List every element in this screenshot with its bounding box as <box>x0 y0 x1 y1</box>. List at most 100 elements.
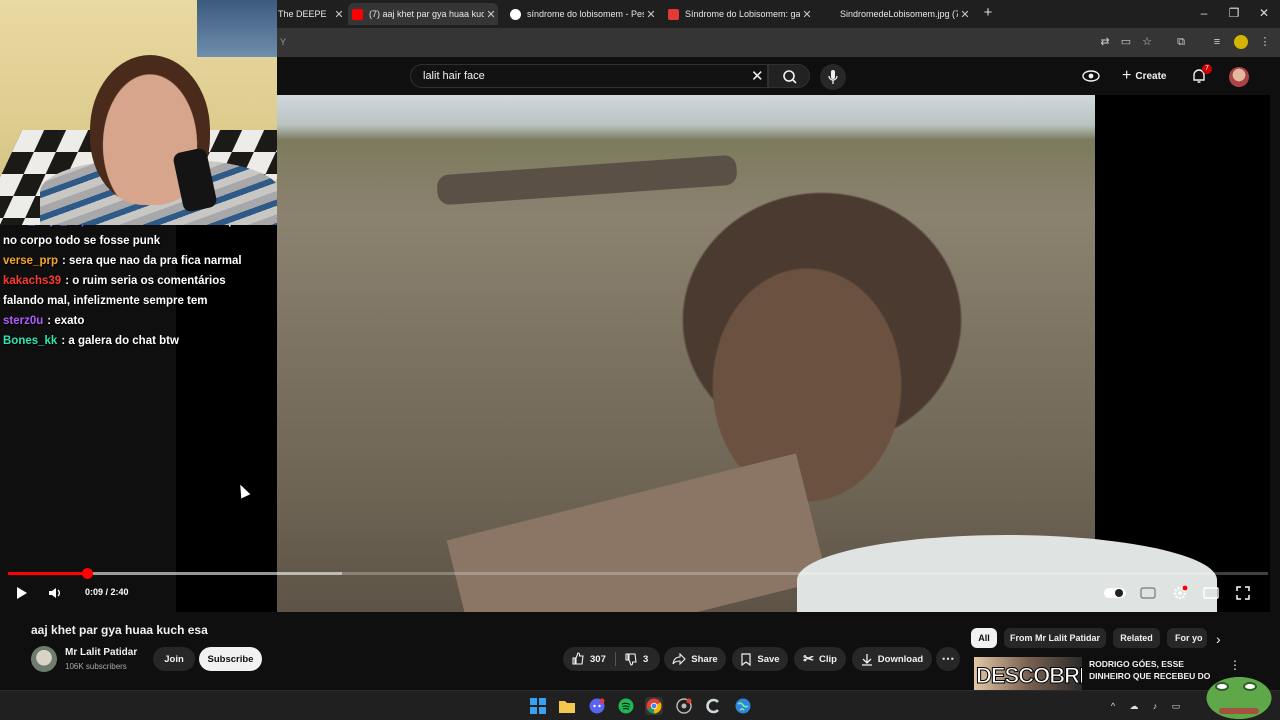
channel-avatar[interactable] <box>31 646 57 672</box>
like-count: 307 <box>590 653 606 665</box>
mute-button[interactable] <box>46 584 64 602</box>
video-player[interactable] <box>176 95 1270 612</box>
chat-text: a galera do chat btw <box>68 335 179 347</box>
close-tab-icon[interactable]: ✕ <box>484 8 498 21</box>
theater-mode-button[interactable] <box>1203 584 1219 602</box>
subscriber-count: 106K subscribers <box>65 662 127 671</box>
channel-name[interactable]: Mr Lalit Patidar <box>65 647 137 658</box>
browser-tab-active[interactable]: (7) aaj khet par gya huaa kuch e ✕ <box>348 3 498 25</box>
save-label: Save <box>757 653 780 665</box>
create-button[interactable]: + Create <box>1122 66 1166 86</box>
file-explorer-icon[interactable] <box>558 697 576 715</box>
close-tab-icon[interactable]: ✕ <box>958 8 972 21</box>
globe-app-icon[interactable] <box>734 697 752 715</box>
cast-icon[interactable]: ▭ <box>1119 35 1133 49</box>
download-button[interactable]: Download <box>852 647 932 671</box>
bookmark-star-icon[interactable]: ☆ <box>1140 35 1154 49</box>
scrubber-handle[interactable] <box>81 568 93 579</box>
display-tray-icon[interactable]: ▭ <box>1170 700 1182 712</box>
close-tab-icon[interactable]: ✕ <box>800 8 814 21</box>
chip-all[interactable]: All <box>971 628 997 648</box>
notifications-button[interactable]: 7 <box>1190 64 1212 87</box>
share-label: Share <box>691 653 718 665</box>
dislike-button[interactable]: 3 <box>624 647 648 671</box>
chat-username: kakachs39 <box>3 275 62 287</box>
close-tab-icon[interactable]: ✕ <box>332 8 346 21</box>
tab-title: síndrome do lobisomem - Pesq <box>527 9 644 19</box>
media-control-icon[interactable]: ≡ <box>1210 35 1224 49</box>
chevron-right-icon[interactable]: › <box>1216 631 1221 647</box>
total-time: 2:40 <box>110 587 129 597</box>
close-tab-icon[interactable]: ✕ <box>644 8 658 21</box>
webcam-inset-feed <box>197 0 277 57</box>
eye-icon[interactable] <box>1082 69 1100 83</box>
close-window-button[interactable]: ✕ <box>1254 6 1274 20</box>
pepe-frog-sticker <box>1199 668 1280 720</box>
chip-from-channel[interactable]: From Mr Lalit Patidar <box>1004 628 1106 648</box>
search-button[interactable] <box>768 64 810 88</box>
thumbnail-text: DESCOBRI <box>975 663 1082 689</box>
ccleaner-icon[interactable] <box>704 697 722 715</box>
search-icon <box>783 70 797 84</box>
captions-button[interactable] <box>1140 584 1156 602</box>
theater-icon <box>1203 587 1219 599</box>
tab-title: (7) aaj khet par gya huaa kuch e <box>369 9 484 19</box>
extensions-icon[interactable]: ⧉ <box>1174 35 1188 49</box>
clip-button[interactable]: ✂ Clip <box>794 647 846 671</box>
clear-search-icon[interactable]: ✕ <box>751 67 764 85</box>
share-button[interactable]: Share <box>664 647 726 671</box>
account-avatar[interactable] <box>1229 67 1249 87</box>
time-display: 0:09 / 2:40 <box>85 587 129 597</box>
chip-related[interactable]: Related <box>1113 628 1160 648</box>
discord-icon[interactable] <box>588 697 606 715</box>
screen: The DEEPE ✕ (7) aaj khet par gya huaa ku… <box>0 0 1280 720</box>
save-button[interactable]: Save <box>732 647 788 671</box>
browser-tab[interactable]: síndrome do lobisomem - Pesq ✕ <box>506 3 658 25</box>
address-text[interactable]: Y <box>280 37 286 47</box>
chat-text: exato <box>54 315 85 327</box>
plus-icon: + <box>1122 67 1132 84</box>
like-divider <box>615 652 616 666</box>
sticker-eye-right <box>1243 682 1257 691</box>
create-label: Create <box>1135 70 1167 82</box>
browser-tab[interactable]: Síndrome do Lobisomem: garo ✕ <box>664 3 814 25</box>
microphone-icon <box>828 70 838 84</box>
video-title: aaj khet par gya huaa kuch esa <box>31 623 208 637</box>
subscribe-button[interactable]: Subscribe <box>199 647 262 671</box>
chrome-icon[interactable] <box>645 697 663 715</box>
autoplay-toggle[interactable] <box>1104 584 1126 602</box>
thumbs-down-icon <box>625 653 637 666</box>
translate-icon[interactable]: ⇄ <box>1098 35 1112 49</box>
spotify-icon[interactable] <box>617 697 635 715</box>
play-icon <box>17 587 27 599</box>
new-tab-button[interactable]: + <box>978 4 998 21</box>
like-button[interactable]: 307 <box>571 647 606 671</box>
tab-title: Síndrome do Lobisomem: garo <box>685 9 800 19</box>
progress-bar[interactable] <box>8 568 1268 579</box>
site-favicon-icon <box>668 8 679 20</box>
dislike-count: 3 <box>643 653 649 665</box>
browser-menu-icon[interactable]: ⋮ <box>1258 35 1272 49</box>
onedrive-icon[interactable]: ☁ <box>1128 700 1140 712</box>
browser-tab[interactable]: The DEEPE ✕ <box>278 3 346 25</box>
obs-icon[interactable] <box>675 697 693 715</box>
chat-message: sterz0u: exato <box>3 311 260 331</box>
volume-icon <box>49 588 60 598</box>
more-actions-button[interactable]: ⋯ <box>936 647 960 671</box>
maximize-button[interactable]: ❐ <box>1224 6 1244 20</box>
profile-avatar-icon[interactable] <box>1234 35 1248 49</box>
browser-tab[interactable]: SindromedeLobisomem.jpg (75 ✕ <box>822 3 972 25</box>
start-menu-icon[interactable] <box>529 697 547 715</box>
microphone-tray-icon[interactable]: ♪ <box>1149 700 1161 712</box>
minimize-button[interactable]: – <box>1194 6 1214 20</box>
search-input[interactable]: lalit hair face ✕ <box>410 64 768 88</box>
join-button[interactable]: Join <box>153 647 195 671</box>
recommended-thumbnail[interactable]: DESCOBRI <box>974 657 1082 690</box>
chip-for-you[interactable]: For yo <box>1167 628 1207 648</box>
fullscreen-button[interactable] <box>1235 584 1251 602</box>
voice-search-button[interactable] <box>820 64 846 90</box>
tab-title: The DEEPE <box>278 9 327 19</box>
settings-button[interactable] <box>1172 584 1188 602</box>
tray-chevron-up-icon[interactable]: ^ <box>1107 700 1119 712</box>
play-button[interactable] <box>12 584 30 602</box>
